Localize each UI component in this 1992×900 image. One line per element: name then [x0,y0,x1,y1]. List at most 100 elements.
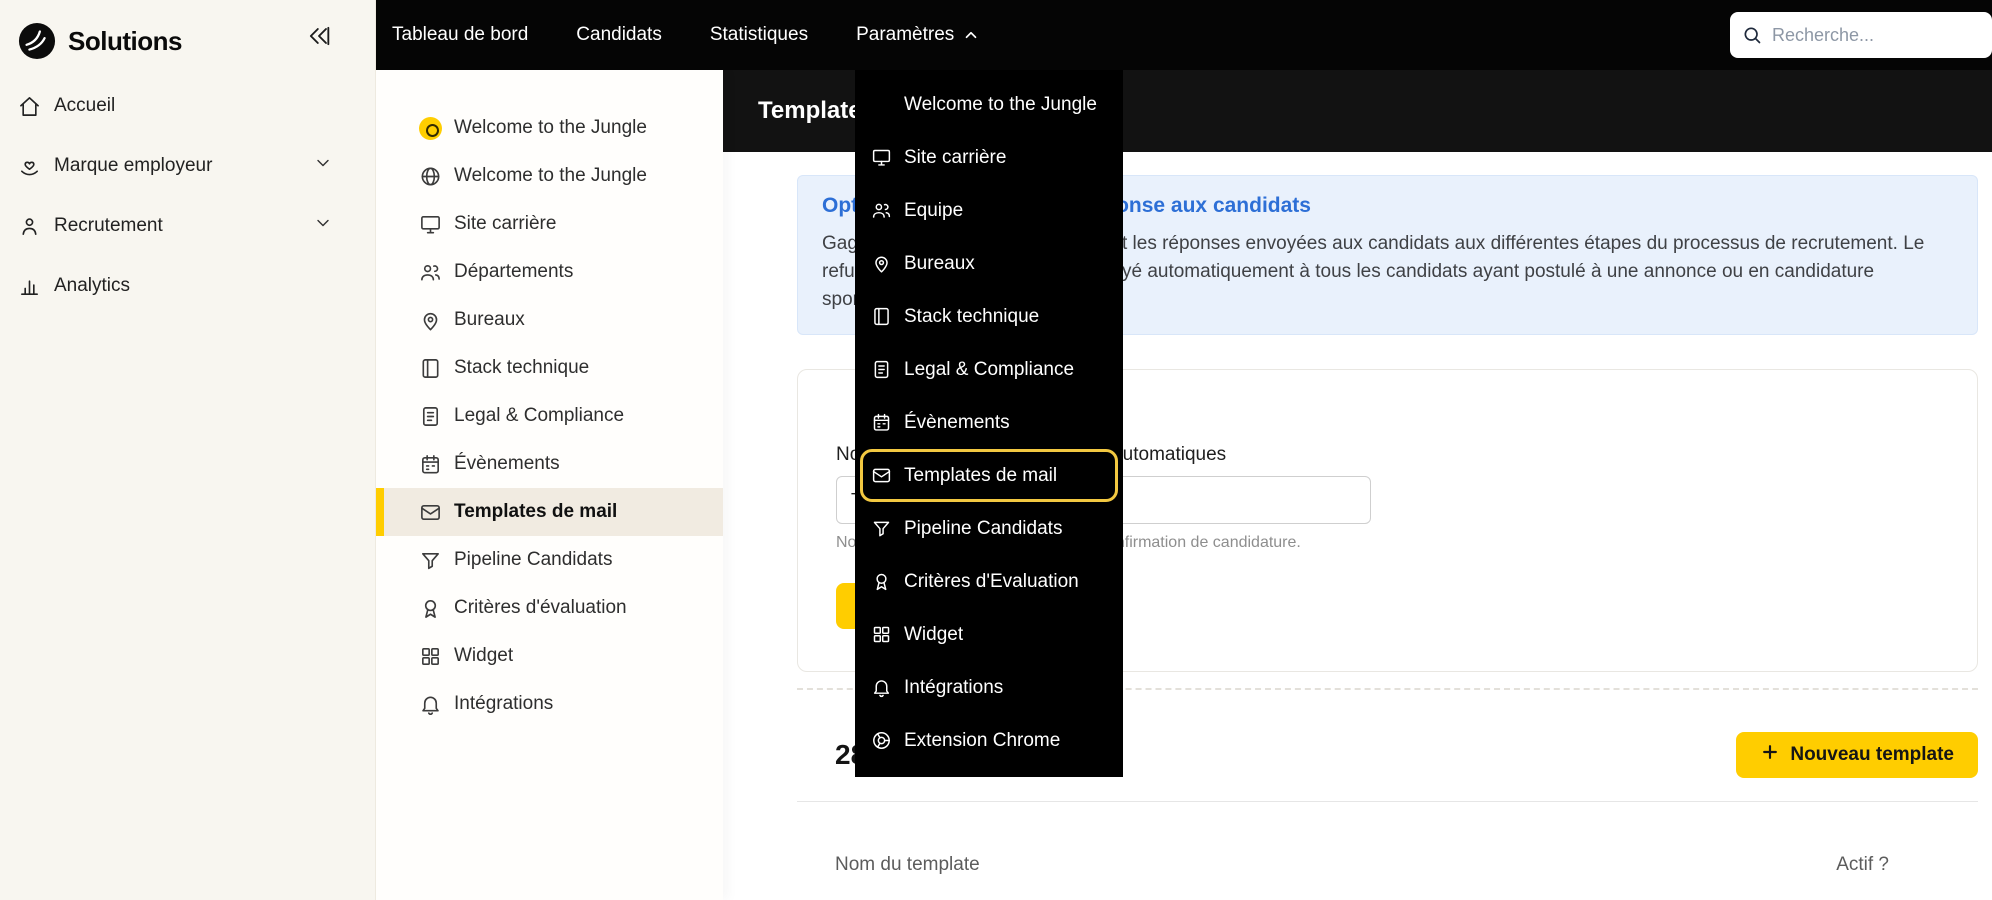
sidebar-item-analytics[interactable]: Analytics [0,256,375,316]
main-menu: Accueil Marque employeur Recrutement Ana… [0,76,375,316]
dropdown-item-label: Equipe [904,200,963,222]
bell-icon [871,677,892,698]
widget-icon [419,645,442,668]
dropdown-item-label: Templates de mail [904,465,1057,487]
brand-logo-icon [18,22,56,60]
chevron-down-icon[interactable] [313,213,333,239]
dropdown-item-label: Critères d'Evaluation [904,571,1079,593]
settings-item-widget[interactable]: Widget [376,632,723,680]
dropdown-item-label: Stack technique [904,306,1039,328]
dropdown-item-label: Welcome to the Jungle [904,94,1097,116]
mail-icon [419,501,442,524]
dropdown-item-welcome-to-the-jungle[interactable]: Welcome to the Jungle [855,78,1123,131]
nav-statistiques[interactable]: Statistiques [710,24,808,46]
top-navbar: Tableau de bord Candidats Statistiques P… [376,0,1992,70]
sidebar-item-marque-employeur[interactable]: Marque employeur [0,136,375,196]
dropdown-item-criteres-evaluation[interactable]: Critères d'Evaluation [855,555,1123,608]
settings-item-label: Templates de mail [454,501,617,523]
dropdown-item-bureaux[interactable]: Bureaux [855,237,1123,290]
recruitment-icon [18,215,41,238]
book-icon [419,357,442,380]
dropdown-item-site-carriere[interactable]: Site carrière [855,131,1123,184]
nav-label: Statistiques [710,24,808,46]
settings-item-evenements[interactable]: Évènements [376,440,723,488]
settings-item-legal-compliance[interactable]: Legal & Compliance [376,392,723,440]
dropdown-item-templates-de-mail[interactable]: Templates de mail [860,449,1118,502]
sidebar-item-recrutement[interactable]: Recrutement [0,196,375,256]
templates-table: Nom du template Actif ? [797,801,1978,876]
dropdown-item-label: Legal & Compliance [904,359,1074,381]
settings-item-welcome-1[interactable]: Welcome to the Jungle [376,104,723,152]
analytics-icon [18,275,41,298]
nav-candidats[interactable]: Candidats [576,24,662,46]
home-icon [18,95,41,118]
nav-label: Paramètres [856,24,954,46]
document-icon [871,359,892,380]
dropdown-item-legal-compliance[interactable]: Legal & Compliance [855,343,1123,396]
award-icon [419,597,442,620]
settings-item-label: Pipeline Candidats [454,549,612,571]
award-icon [871,571,892,592]
dropdown-item-label: Pipeline Candidats [904,518,1062,540]
settings-item-site-carriere[interactable]: Site carrière [376,200,723,248]
settings-item-welcome-2[interactable]: Welcome to the Jungle [376,152,723,200]
main-sidebar: Solutions Accueil Marque employeur Recru… [0,0,376,900]
dropdown-item-integrations[interactable]: Intégrations [855,661,1123,714]
settings-item-label: Évènements [454,453,560,475]
dropdown-item-widget[interactable]: Widget [855,608,1123,661]
templates-table-header-row: Nom du template Actif ? [797,854,1978,876]
sidebar-item-label: Recrutement [54,215,163,237]
settings-item-criteres-evaluation[interactable]: Critères d'évaluation [376,584,723,632]
settings-item-stack-technique[interactable]: Stack technique [376,344,723,392]
chevron-down-icon[interactable] [313,153,333,179]
brand-header: Solutions [0,0,375,64]
settings-item-label: Départements [454,261,573,283]
nav-label: Tableau de bord [392,24,528,46]
new-template-button[interactable]: Nouveau template [1736,732,1978,778]
funnel-icon [419,549,442,572]
employer-brand-icon [18,155,41,178]
settings-item-label: Critères d'évaluation [454,597,627,619]
sidebar-item-accueil[interactable]: Accueil [0,76,375,136]
brand-name: Solutions [68,26,182,57]
dropdown-item-stack-technique[interactable]: Stack technique [855,290,1123,343]
settings-item-departements[interactable]: Départements [376,248,723,296]
collapse-sidebar-icon[interactable] [305,22,333,55]
map-pin-icon [419,309,442,332]
settings-item-bureaux[interactable]: Bureaux [376,296,723,344]
funnel-icon [871,518,892,539]
dropdown-item-label: Widget [904,624,963,646]
sidebar-item-label: Marque employeur [54,155,212,177]
dropdown-item-equipe[interactable]: Equipe [855,184,1123,237]
monitor-icon [419,213,442,236]
settings-item-templates-de-mail[interactable]: Templates de mail [376,488,723,536]
dropdown-item-extension-chrome[interactable]: Extension Chrome [855,714,1123,767]
column-nom-du-template: Nom du template [835,854,980,876]
settings-item-label: Bureaux [454,309,525,331]
dropdown-item-pipeline-candidats[interactable]: Pipeline Candidats [855,502,1123,555]
calendar-icon [871,412,892,433]
dropdown-item-label: Intégrations [904,677,1003,699]
dropdown-item-label: Bureaux [904,253,975,275]
book-icon [871,306,892,327]
settings-item-pipeline-candidats[interactable]: Pipeline Candidats [376,536,723,584]
search-input[interactable] [1772,25,1992,46]
search-box[interactable] [1730,12,1992,58]
nav-parametres[interactable]: Paramètres [856,24,980,46]
mail-icon [871,465,892,486]
column-actif: Actif ? [1836,854,1889,876]
dropdown-item-label: Évènements [904,412,1010,434]
users-icon [419,261,442,284]
settings-item-label: Stack technique [454,357,589,379]
wttj-logo-icon [419,117,442,140]
sidebar-item-label: Analytics [54,275,130,297]
settings-item-integrations[interactable]: Intégrations [376,680,723,728]
dropdown-item-evenements[interactable]: Évènements [855,396,1123,449]
widget-icon [871,624,892,645]
globe-icon [419,165,442,188]
settings-item-label: Widget [454,645,513,667]
new-template-button-label: Nouveau template [1790,744,1954,766]
settings-item-label: Welcome to the Jungle [454,165,647,187]
calendar-icon [419,453,442,476]
nav-tableau-de-bord[interactable]: Tableau de bord [392,24,528,46]
